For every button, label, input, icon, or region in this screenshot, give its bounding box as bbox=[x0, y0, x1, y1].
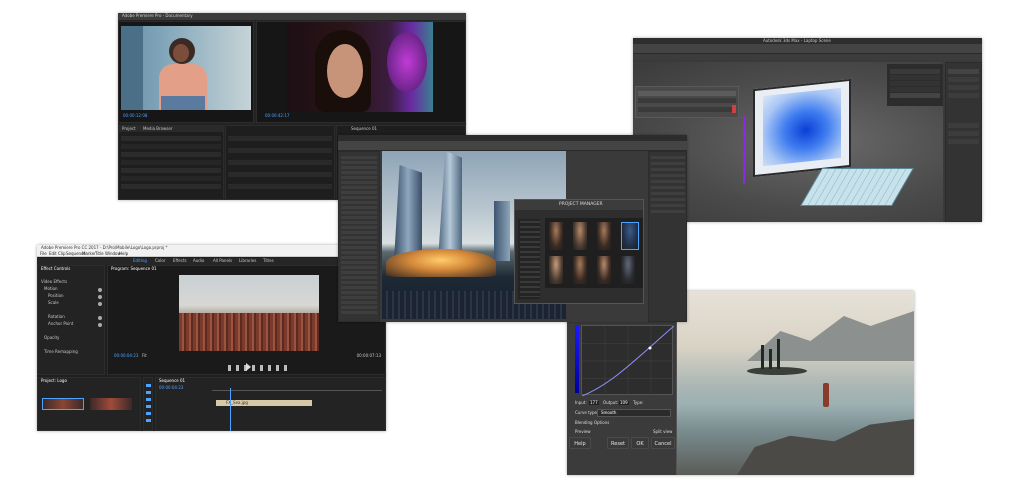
workspace-audio[interactable]: Audio bbox=[193, 258, 204, 263]
project-panel[interactable]: Project Media Browser bbox=[118, 125, 224, 200]
bin-list-panel[interactable] bbox=[225, 125, 335, 200]
effect-row-6[interactable]: Opacity bbox=[44, 335, 59, 340]
premiere-bottom-menubar[interactable]: File Edit Clip Sequence Marker Title Win… bbox=[37, 251, 386, 257]
project-tab-bottom[interactable]: Project: Logo bbox=[41, 378, 67, 383]
project-panel-bottom[interactable]: Project: Logo bbox=[37, 377, 141, 431]
cancel-button[interactable]: Cancel bbox=[651, 437, 675, 449]
curve-type-value: Smooth bbox=[601, 410, 617, 415]
curve-type-short-label: Curve type: bbox=[575, 410, 599, 415]
menu-file[interactable]: File bbox=[40, 251, 47, 256]
max3d-command-panel[interactable] bbox=[945, 62, 982, 222]
premiere-bottom-screenshot: Adobe Premiere Pro CC 2017 - D:\Pro\Mobi… bbox=[37, 245, 386, 431]
workspace-color[interactable]: Color bbox=[155, 258, 165, 263]
blending-options-label[interactable]: Blending Options bbox=[575, 420, 609, 425]
menu-clip[interactable]: Clip bbox=[58, 251, 66, 256]
project-clip-thumb-1[interactable] bbox=[42, 398, 84, 410]
workspace-titles[interactable]: Titles bbox=[263, 258, 274, 263]
workspace-libraries[interactable]: Libraries bbox=[239, 258, 256, 263]
render-toolbar[interactable] bbox=[338, 141, 687, 151]
effect-row-0: Video Effects bbox=[41, 279, 68, 284]
render-screenshot: PROJECT MANAGER bbox=[338, 135, 687, 322]
effect-row-3[interactable]: Scale bbox=[48, 300, 59, 305]
interview-video-frame bbox=[121, 26, 251, 110]
workspace-all-panels[interactable]: All Panels bbox=[213, 258, 232, 263]
source-timecode: 00:00:12:08 bbox=[123, 113, 148, 118]
menu-edit[interactable]: Edit bbox=[49, 251, 57, 256]
source-monitor[interactable]: 00:00:12:08 bbox=[118, 21, 254, 123]
effect-row-5[interactable]: Anchor Point bbox=[48, 321, 73, 326]
program-tab[interactable]: Program: Sequence 01 bbox=[111, 266, 157, 271]
project-manager-title: PROJECT MANAGER bbox=[559, 202, 603, 207]
premiere-bottom-title-text: Adobe Premiere Pro CC 2017 - D:\Pro\Mobi… bbox=[41, 245, 168, 250]
tower-3 bbox=[494, 201, 510, 261]
tower-1 bbox=[394, 165, 422, 261]
timeline-panel-bottom[interactable]: Sequence 01 00:00:04:23 FX_Sea.jpg bbox=[155, 377, 386, 431]
render-left-tree[interactable] bbox=[338, 151, 380, 322]
premiere-top-title-text: Adobe Premiere Pro - Documentary bbox=[122, 13, 193, 18]
curve-line-svg[interactable] bbox=[582, 326, 674, 396]
menu-marker[interactable]: Marker bbox=[82, 251, 96, 256]
curves-dialog[interactable]: Input: 177 Output: 109 Type: Curve type:… bbox=[567, 319, 677, 475]
laptop-keyboard-model bbox=[800, 168, 914, 206]
effect-row-2[interactable]: Position bbox=[48, 293, 64, 298]
program-monitor[interactable]: 00:00:42:17 bbox=[256, 21, 466, 123]
ok-button[interactable]: OK bbox=[631, 437, 649, 449]
lake-photo bbox=[677, 291, 914, 475]
playback-controls[interactable] bbox=[228, 365, 288, 371]
project-tab-2[interactable]: Media Browser bbox=[143, 126, 173, 131]
project-manager-window[interactable]: PROJECT MANAGER bbox=[514, 199, 644, 304]
hiker-figure bbox=[823, 383, 829, 407]
premiere-top-sequence-tab[interactable]: Sequence 01 bbox=[351, 126, 377, 131]
effect-controls-tab[interactable]: Effect Controls bbox=[41, 266, 70, 271]
max3d-title-text: Autodesk 3ds Max - Laptop Scene bbox=[763, 38, 831, 43]
program-timecode-right: 00:00:07:13 bbox=[356, 353, 381, 358]
program-timecode: 00:00:42:17 bbox=[265, 113, 290, 118]
timeline-timecode[interactable]: 00:00:04:23 bbox=[159, 385, 183, 390]
effect-row-7[interactable]: Time Remapping bbox=[44, 349, 78, 354]
project-tab-1[interactable]: Project bbox=[122, 126, 136, 131]
effect-controls-panel[interactable]: Effect Controls Video Effects Motion Pos… bbox=[37, 265, 105, 375]
help-button[interactable]: Help bbox=[569, 437, 591, 449]
workspace-editing[interactable]: Editing bbox=[133, 258, 147, 263]
cornfield-video-frame bbox=[179, 275, 319, 351]
reset-button[interactable]: Reset bbox=[607, 437, 629, 449]
max3d-ribbon[interactable] bbox=[633, 54, 982, 60]
podium-glow bbox=[386, 249, 496, 277]
preview-checkbox-label[interactable]: Preview bbox=[575, 429, 591, 434]
tools-panel[interactable] bbox=[143, 377, 153, 431]
program-fit-select[interactable]: Fit bbox=[142, 353, 147, 358]
max3d-toolbar[interactable] bbox=[633, 44, 982, 54]
curve-histogram-strip bbox=[575, 325, 579, 393]
tower-2 bbox=[438, 151, 462, 261]
curve-input-label: Input: bbox=[575, 400, 587, 405]
project-manager-thumb-grid[interactable] bbox=[545, 218, 643, 288]
laptop-screen-model bbox=[753, 78, 851, 178]
curve-output-label: Output: bbox=[603, 400, 619, 405]
curve-input-value[interactable]: 177 bbox=[589, 400, 599, 406]
max3d-floating-dialog[interactable] bbox=[635, 86, 739, 118]
menu-title[interactable]: Title bbox=[95, 251, 104, 256]
closeup-video-frame bbox=[287, 22, 433, 112]
curve-type-label: Type: bbox=[633, 400, 644, 405]
curves-graph[interactable] bbox=[581, 325, 674, 396]
curve-output-value[interactable]: 109 bbox=[619, 400, 629, 406]
project-manager-folder-tree[interactable] bbox=[517, 218, 541, 300]
render-properties-panel[interactable] bbox=[648, 151, 687, 322]
workspace-bar[interactable]: Editing Color Effects Audio All Panels L… bbox=[37, 258, 386, 265]
curve-type-select[interactable]: Smooth bbox=[597, 409, 671, 417]
max3d-scene-explorer[interactable] bbox=[887, 64, 943, 106]
project-clip-thumb-2[interactable] bbox=[90, 398, 132, 410]
program-timecode-left[interactable]: 00:00:04:23 bbox=[114, 353, 138, 358]
timeline-tab-bottom[interactable]: Sequence 01 bbox=[159, 378, 185, 383]
split-view-checkbox-label[interactable]: Split view bbox=[653, 429, 672, 434]
effect-row-4[interactable]: Rotation bbox=[48, 314, 65, 319]
menu-help[interactable]: Help bbox=[119, 251, 128, 256]
workspace-effects[interactable]: Effects bbox=[173, 258, 187, 263]
premiere-top-titlebar: Adobe Premiere Pro - Documentary bbox=[118, 13, 466, 20]
effect-row-1[interactable]: Motion bbox=[44, 286, 58, 291]
playhead[interactable] bbox=[230, 388, 231, 431]
laptop-wallpaper bbox=[763, 87, 841, 167]
